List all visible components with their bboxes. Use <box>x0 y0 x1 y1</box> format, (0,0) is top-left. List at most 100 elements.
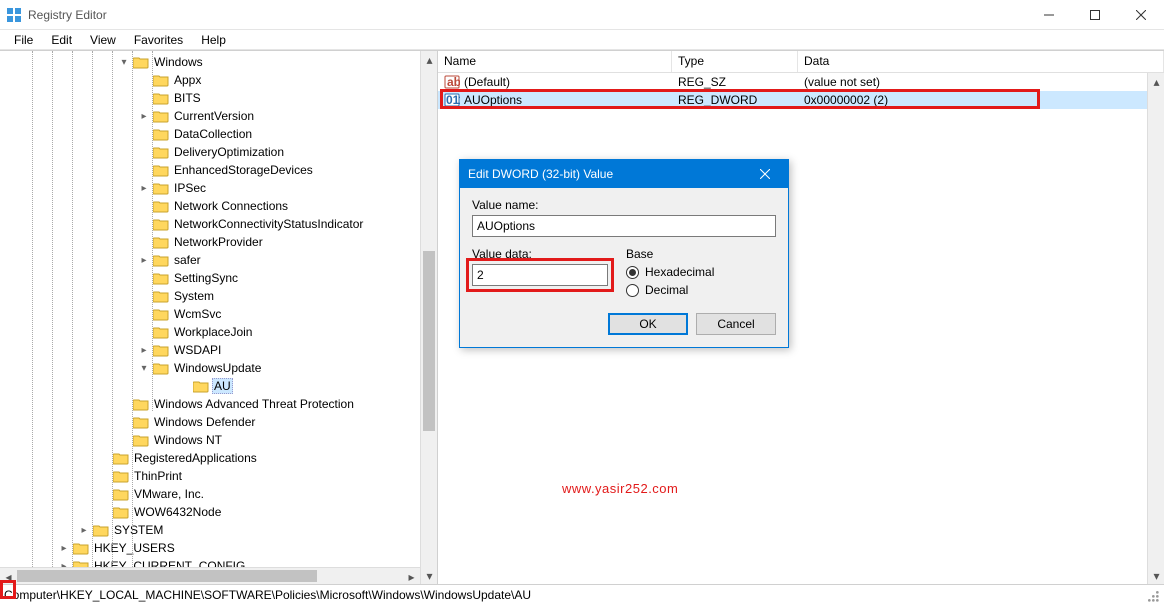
expand-icon[interactable]: ▸ <box>78 524 90 536</box>
scroll-thumb[interactable] <box>17 570 317 582</box>
tree-node[interactable]: Windows NT <box>0 431 420 449</box>
scroll-up-icon[interactable]: ▴ <box>421 51 438 68</box>
scroll-right-icon[interactable]: ▸ <box>403 568 420 584</box>
tree-node[interactable]: WOW6432Node <box>0 503 420 521</box>
tree-node[interactable]: Network Connections <box>0 197 420 215</box>
valuename-input[interactable] <box>472 215 776 237</box>
ok-button[interactable]: OK <box>608 313 688 335</box>
spacer <box>118 398 130 410</box>
tree-label: Windows NT <box>152 432 224 448</box>
radio-label: Decimal <box>645 283 688 297</box>
values-pane: Name Type Data ab (Default) REG_SZ (valu… <box>438 51 1164 584</box>
radio-decimal[interactable]: Decimal <box>626 283 776 297</box>
tree-node[interactable]: NetworkConnectivityStatusIndicator <box>0 215 420 233</box>
expand-icon[interactable]: ▸ <box>58 560 70 567</box>
radio-hexadecimal[interactable]: Hexadecimal <box>626 265 776 279</box>
tree-node[interactable]: DataCollection <box>0 125 420 143</box>
tree-node[interactable]: Appx <box>0 71 420 89</box>
tree-node[interactable]: ▸CurrentVersion <box>0 107 420 125</box>
expand-icon[interactable]: ▸ <box>138 110 150 122</box>
close-button[interactable] <box>1118 0 1164 30</box>
scroll-up-icon[interactable]: ▴ <box>1148 73 1164 90</box>
menu-help[interactable]: Help <box>193 31 234 49</box>
folder-icon <box>133 55 149 69</box>
menu-edit[interactable]: Edit <box>43 31 80 49</box>
tree-node[interactable]: Windows Defender <box>0 413 420 431</box>
tree-node[interactable]: RegisteredApplications <box>0 449 420 467</box>
tree-node[interactable]: ▸WSDAPI <box>0 341 420 359</box>
column-header-data[interactable]: Data <box>798 51 1164 72</box>
collapse-icon[interactable]: ▾ <box>118 56 130 68</box>
scroll-down-icon[interactable]: ▾ <box>421 567 438 584</box>
valuedata-input[interactable] <box>472 264 608 286</box>
tree-node[interactable]: ▸SYSTEM <box>0 521 420 539</box>
menu-file[interactable]: File <box>6 31 41 49</box>
scroll-down-icon[interactable]: ▾ <box>1148 567 1164 584</box>
expand-icon[interactable]: ▾ <box>138 362 150 374</box>
base-label: Base <box>626 247 776 261</box>
tree-node[interactable]: Windows Advanced Threat Protection <box>0 395 420 413</box>
tree-label: WindowsUpdate <box>172 360 263 376</box>
tree-label: safer <box>172 252 203 268</box>
list-header: Name Type Data <box>438 51 1164 73</box>
tree-node[interactable]: EnhancedStorageDevices <box>0 161 420 179</box>
tree-node[interactable]: ▸IPSec <box>0 179 420 197</box>
tree-node[interactable]: ▸ safer <box>0 251 420 269</box>
titlebar: Registry Editor <box>0 0 1164 30</box>
tree-node-windows[interactable]: ▾ Windows <box>0 53 420 71</box>
path-display: Computer\HKEY_LOCAL_MACHINE\SOFTWARE\Pol… <box>4 588 1144 602</box>
expand-icon[interactable]: ▸ <box>138 344 150 356</box>
expand-icon[interactable]: ▸ <box>138 254 150 266</box>
tree-node[interactable]: WcmSvc <box>0 305 420 323</box>
tree-vertical-scrollbar[interactable]: ▴ ▾ <box>420 51 437 584</box>
tree-node[interactable]: BITS <box>0 89 420 107</box>
folder-icon <box>113 451 129 465</box>
column-header-type[interactable]: Type <box>672 51 798 72</box>
resize-grip-icon[interactable] <box>1144 587 1160 603</box>
tree-node[interactable]: DeliveryOptimization <box>0 143 420 161</box>
minimize-button[interactable] <box>1026 0 1072 30</box>
tree-label: EnhancedStorageDevices <box>172 162 315 178</box>
folder-icon <box>193 379 209 393</box>
folder-icon <box>133 397 149 411</box>
tree-node[interactable]: WorkplaceJoin <box>0 323 420 341</box>
dialog-close-button[interactable] <box>750 160 780 188</box>
tree-node[interactable]: ▸HKEY_CURRENT_CONFIG <box>0 557 420 567</box>
tree-node[interactable]: ThinPrint <box>0 467 420 485</box>
expand-icon[interactable]: ▸ <box>58 542 70 554</box>
spacer <box>138 92 150 104</box>
string-value-icon: ab <box>444 74 460 90</box>
menu-favorites[interactable]: Favorites <box>126 31 191 49</box>
tree-node[interactable]: VMware, Inc. <box>0 485 420 503</box>
tree-node-au[interactable]: AU <box>0 377 420 395</box>
valuename-label: Value name: <box>472 198 776 212</box>
scroll-thumb[interactable] <box>423 251 435 431</box>
ok-label: OK <box>639 317 656 331</box>
tree-node[interactable]: SettingSync <box>0 269 420 287</box>
maximize-button[interactable] <box>1072 0 1118 30</box>
folder-icon <box>153 235 169 249</box>
list-vertical-scrollbar[interactable]: ▴ ▾ <box>1147 73 1164 584</box>
column-header-name[interactable]: Name <box>438 51 672 72</box>
spacer <box>118 434 130 446</box>
registry-tree[interactable]: ▾ Windows AppxBITS▸CurrentVersionDataCol… <box>0 51 420 567</box>
menu-view[interactable]: View <box>82 31 124 49</box>
tree-node[interactable]: NetworkProvider <box>0 233 420 251</box>
tree-node[interactable]: ▾ WindowsUpdate <box>0 359 420 377</box>
cancel-button[interactable]: Cancel <box>696 313 776 335</box>
folder-icon <box>153 361 169 375</box>
spacer <box>98 470 110 482</box>
tree-node[interactable]: System <box>0 287 420 305</box>
dialog-titlebar[interactable]: Edit DWORD (32-bit) Value <box>460 160 788 188</box>
folder-icon <box>153 163 169 177</box>
folder-icon <box>153 343 169 357</box>
tree-label: Appx <box>172 72 203 88</box>
tree-horizontal-scrollbar[interactable]: ◂ ▸ <box>0 567 420 584</box>
folder-icon <box>113 487 129 501</box>
expand-icon[interactable]: ▸ <box>138 182 150 194</box>
value-row[interactable]: ab (Default) REG_SZ (value not set) <box>438 73 1164 91</box>
scroll-left-icon[interactable]: ◂ <box>0 568 17 584</box>
tree-node[interactable]: ▸HKEY_USERS <box>0 539 420 557</box>
value-row-selected[interactable]: 011 AUOptions REG_DWORD 0x00000002 (2) <box>438 91 1164 109</box>
tree-label: ThinPrint <box>132 468 184 484</box>
